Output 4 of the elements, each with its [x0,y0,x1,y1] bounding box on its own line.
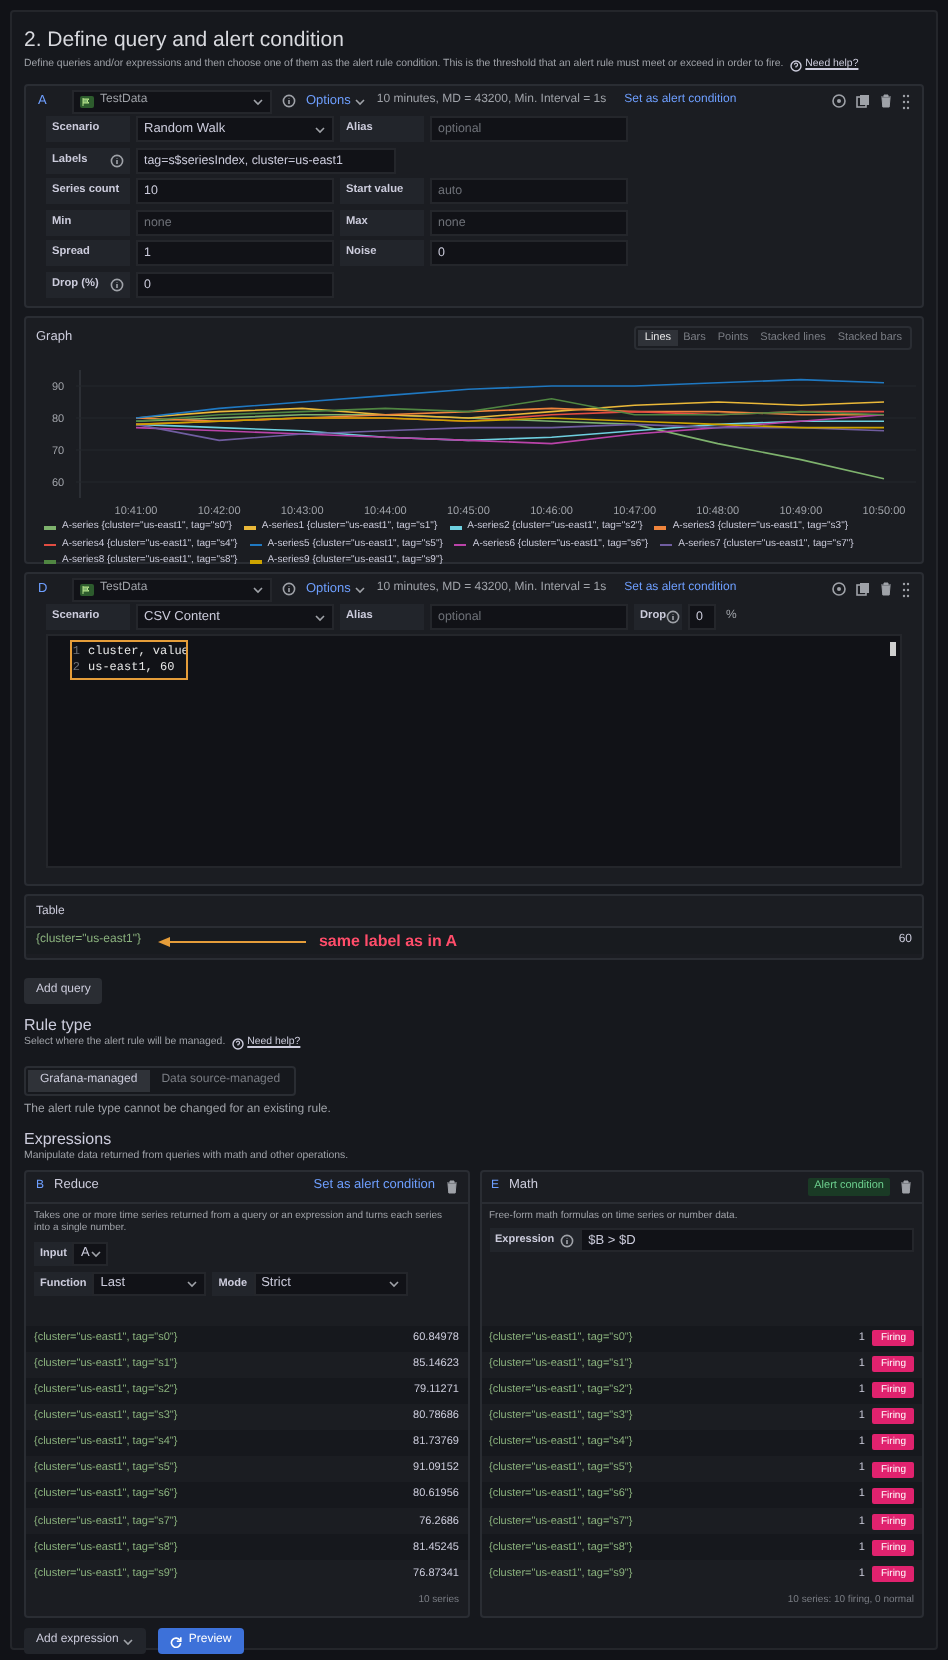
section-title: 2. Define query and alert condition [24,28,346,54]
annotation-text: same label as in A [318,929,458,953]
section-heading: Rule type [24,1016,94,1036]
section-heading: Expressions [24,1130,114,1150]
